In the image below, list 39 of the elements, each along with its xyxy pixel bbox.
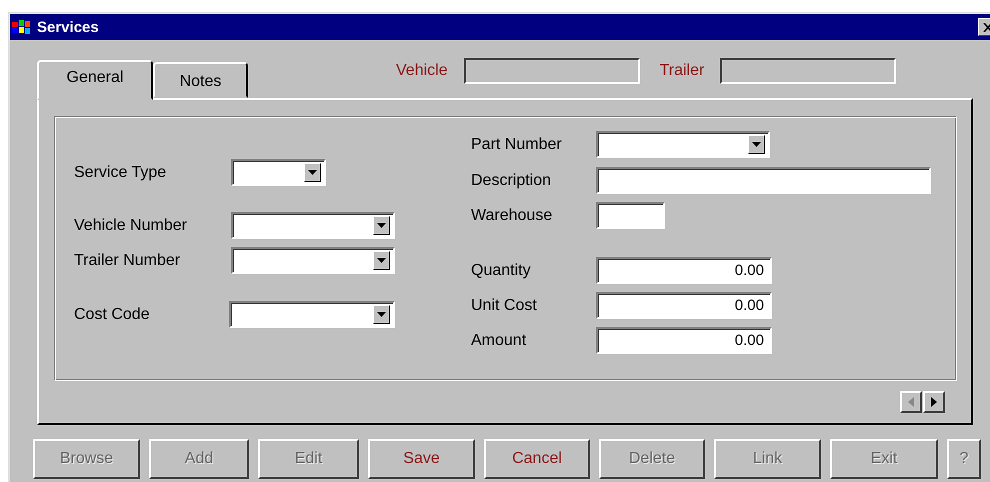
number-field[interactable]: 0.00 <box>596 292 772 319</box>
header-label: Vehicle <box>396 62 448 80</box>
tab[interactable]: General <box>37 60 153 100</box>
number-field[interactable]: 0.00 <box>596 327 772 354</box>
dropdown[interactable] <box>231 212 395 239</box>
field-label: Service Type <box>74 164 168 182</box>
field-label: Unit Cost <box>471 296 538 314</box>
field-label: Amount <box>471 332 528 350</box>
field-label: Description <box>471 172 552 190</box>
field-label: Warehouse <box>471 206 554 224</box>
text-field[interactable] <box>596 202 665 229</box>
number-field[interactable]: 0.00 <box>596 257 772 284</box>
dropdown-arrow-icon <box>377 258 386 263</box>
action-button[interactable]: Save <box>368 439 475 479</box>
dropdown[interactable] <box>229 301 395 328</box>
field-label: Trailer Number <box>74 252 182 270</box>
field-label: Quantity <box>471 262 532 280</box>
tab[interactable]: Notes <box>153 62 248 98</box>
field-value: 0.00 <box>734 297 764 314</box>
dropdown-arrow-icon <box>377 223 386 228</box>
window-title: Services <box>37 18 100 36</box>
right-arrow-icon <box>931 397 937 407</box>
left-arrow-icon <box>908 397 914 407</box>
dropdown-arrow-icon <box>308 170 317 175</box>
field-value: 0.00 <box>734 262 764 279</box>
action-button[interactable]: Cancel <box>484 439 590 479</box>
field-label: Cost Code <box>74 306 151 324</box>
header-label: Trailer <box>660 62 704 80</box>
dropdown[interactable] <box>596 131 770 158</box>
dropdown-arrow-icon <box>752 142 761 147</box>
dropdown[interactable] <box>231 159 326 186</box>
field-value: 0.00 <box>734 332 764 349</box>
next-button[interactable] <box>923 391 945 413</box>
dropdown-arrow-icon <box>377 312 386 317</box>
text-field[interactable] <box>596 167 931 194</box>
field-label: Vehicle Number <box>74 216 188 234</box>
close-icon <box>983 22 990 32</box>
field-label: Part Number <box>471 136 563 154</box>
dropdown[interactable] <box>231 247 395 274</box>
